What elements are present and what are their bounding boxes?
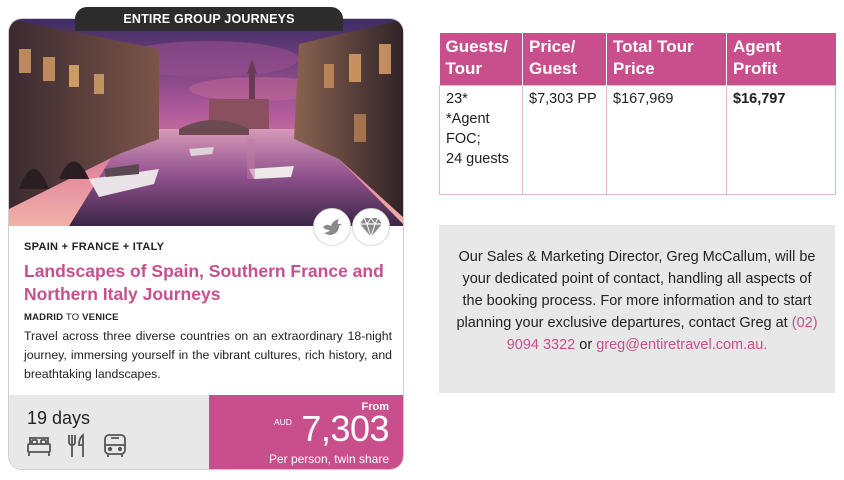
contact-text: Our Sales & Marketing Director, Greg McC… [456, 249, 816, 331]
route-to: VENICE [82, 312, 119, 323]
table-row: 23* *Agent FOC; 24 guests $7,303 PP $167… [439, 84, 836, 195]
guests-line: 23* [446, 90, 468, 107]
duration-label: 19 days [27, 408, 91, 428]
facility-icons [26, 433, 128, 459]
diamond-icon [360, 217, 382, 238]
tour-card[interactable]: SPAIN + FRANCE + ITALY Landscapes of Spa… [8, 18, 404, 470]
tour-title[interactable]: Landscapes of Spain, Southern France and… [24, 260, 392, 306]
cell-agent-profit: $16,797 [726, 84, 836, 195]
venice-canal-photo [9, 19, 403, 226]
group-journeys-ribbon: ENTIRE GROUP JOURNEYS [75, 7, 343, 31]
header-price-per-guest: Price/ Guest [522, 33, 607, 85]
cell-guests: 23* *Agent FOC; 24 guests [439, 84, 523, 195]
contact-email-link[interactable]: greg@entiretravel.com.au. [596, 337, 767, 353]
cell-total-price: $167,969 [606, 84, 727, 195]
contact-box: Our Sales & Marketing Director, Greg McC… [439, 225, 835, 393]
dining-icon [64, 433, 90, 459]
header-guests: Guests/ Tour [439, 33, 523, 85]
route-label: MADRID TO VENICE [24, 312, 392, 323]
price-note: Per person, twin share [268, 452, 389, 466]
route-from: MADRID [24, 312, 64, 323]
route-to-word: TO [65, 312, 80, 323]
guests-line: 24 guests [446, 150, 509, 167]
price-currency: AUD [274, 417, 292, 427]
pricing-table: Guests/ Tour Price/ Guest Total Tour Pri… [439, 33, 836, 195]
coach-icon [102, 433, 128, 459]
table-header-row: Guests/ Tour Price/ Guest Total Tour Pri… [439, 33, 836, 85]
contact-or-word: or [579, 337, 593, 353]
tour-description: Travel across three diverse countries on… [24, 329, 392, 381]
guests-line: FOC; [446, 130, 481, 147]
bird-icon [323, 219, 342, 235]
card-footer: 19 days From AUD 7,303 Per person, twin … [9, 395, 403, 469]
bed-icon [26, 433, 52, 459]
countries-label: SPAIN + FRANCE + ITALY [24, 241, 165, 253]
header-agent-profit: Agent Profit [726, 33, 836, 85]
header-total-price: Total Tour Price [606, 33, 727, 85]
price-amount: 7,303 [301, 408, 389, 449]
cell-price-per-guest: $7,303 PP [522, 84, 607, 195]
card-body: SPAIN + FRANCE + ITALY Landscapes of Spa… [24, 241, 392, 384]
price-box[interactable]: From AUD 7,303 Per person, twin share [209, 395, 403, 469]
guests-line: *Agent [446, 110, 490, 127]
ribbon-label: ENTIRE GROUP JOURNEYS [123, 12, 295, 26]
